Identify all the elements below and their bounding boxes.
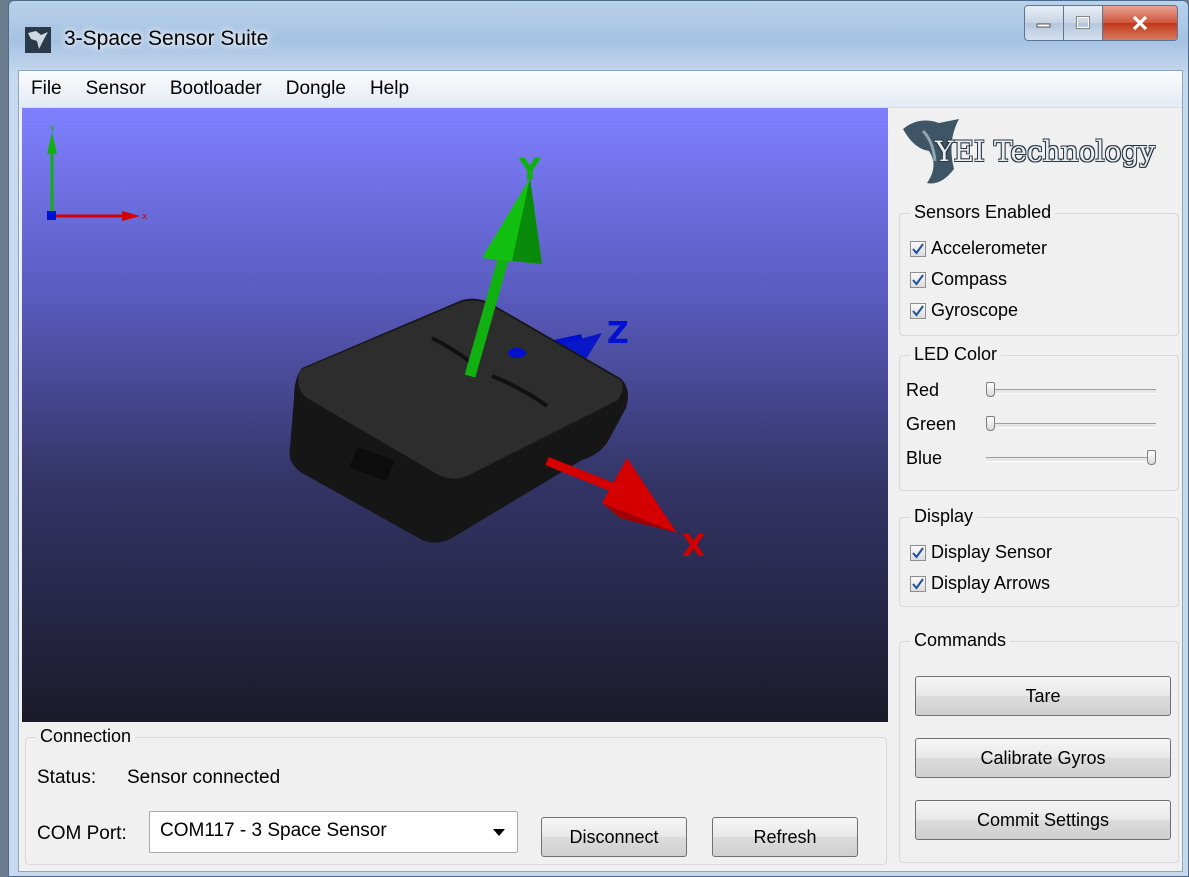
client-area: File Sensor Bootloader Dongle Help y x Z… [18, 70, 1183, 872]
gyroscope-checkbox[interactable] [910, 302, 926, 319]
connection-title: Connection [36, 726, 136, 747]
green-slider-thumb[interactable] [986, 416, 995, 431]
mini-axis-indicator: y x [47, 123, 148, 222]
gyroscope-label: Gyroscope [931, 300, 1019, 320]
green-label: Green [906, 414, 957, 434]
sensors-enabled-title: Sensors Enabled [910, 202, 1056, 223]
dropdown-arrow-icon [493, 829, 505, 836]
menu-dongle[interactable]: Dongle [274, 78, 358, 100]
logo-text: YEI Technology [935, 135, 1156, 168]
compass-checkbox-row[interactable]: Compass [910, 269, 1007, 290]
close-button[interactable] [1103, 5, 1178, 41]
display-group: Display Display Sensor Display Arrows [899, 506, 1179, 607]
display-arrows-label: Display Arrows [931, 573, 1051, 593]
blue-slider-track[interactable] [986, 457, 1156, 462]
disconnect-button[interactable]: Disconnect [541, 817, 687, 857]
accelerometer-checkbox-row[interactable]: Accelerometer [910, 238, 1047, 259]
compass-label: Compass [931, 269, 1008, 289]
status-label: Status: [37, 767, 97, 788]
status-value: Sensor connected [127, 767, 281, 788]
commit-settings-button[interactable]: Commit Settings [915, 800, 1171, 840]
menu-bar: File Sensor Bootloader Dongle Help [19, 71, 1182, 108]
display-sensor-checkbox-row[interactable]: Display Sensor [910, 542, 1052, 563]
checkmark-icon [912, 242, 924, 255]
red-slider-row: Red [900, 378, 1178, 404]
blue-label: Blue [906, 448, 943, 468]
menu-sensor[interactable]: Sensor [74, 78, 158, 100]
maximize-icon [1076, 16, 1090, 29]
checkmark-icon [912, 273, 924, 286]
compass-checkbox[interactable] [910, 271, 926, 288]
close-icon [1132, 15, 1148, 31]
checkmark-icon [912, 546, 924, 559]
checkmark-icon [912, 304, 924, 317]
accelerometer-label: Accelerometer [931, 238, 1048, 258]
window-title: 3-Space Sensor Suite [64, 27, 269, 50]
led-color-group: LED Color Red Green Blue [899, 344, 1179, 491]
mini-axis-y-label: y [50, 123, 56, 133]
display-sensor-checkbox[interactable] [910, 544, 926, 561]
display-arrows-checkbox-row[interactable]: Display Arrows [910, 573, 1050, 594]
y-axis-label: Y [518, 153, 542, 188]
green-slider-track[interactable] [986, 423, 1156, 428]
gyroscope-checkbox-row[interactable]: Gyroscope [910, 300, 1018, 321]
led-color-title: LED Color [910, 344, 1002, 365]
menu-file[interactable]: File [19, 78, 74, 100]
blue-slider-row: Blue [900, 446, 1178, 472]
calibrate-gyros-button[interactable]: Calibrate Gyros [915, 738, 1171, 778]
com-port-label: COM Port: [37, 823, 127, 844]
menu-help[interactable]: Help [358, 78, 421, 100]
green-slider-row: Green [900, 412, 1178, 438]
title-bar[interactable]: 3-Space Sensor Suite [9, 1, 1188, 71]
blue-slider-thumb[interactable] [1147, 450, 1156, 465]
display-arrows-checkbox[interactable] [910, 575, 926, 592]
minimize-icon [1036, 23, 1051, 28]
app-window: 3-Space Sensor Suite File Sensor Bootloa… [8, 0, 1189, 877]
refresh-button[interactable]: Refresh [712, 817, 858, 857]
mini-axis-x-label: x [142, 212, 148, 222]
3d-viewport[interactable]: y x Z Y X [22, 108, 888, 722]
red-label: Red [906, 380, 940, 400]
com-port-value: COM117 - 3 Space Sensor [160, 820, 387, 841]
maximize-button[interactable] [1064, 5, 1103, 41]
menu-bootloader[interactable]: Bootloader [158, 78, 274, 100]
red-slider-thumb[interactable] [986, 382, 995, 397]
com-port-select[interactable]: COM117 - 3 Space Sensor [149, 811, 518, 853]
accelerometer-checkbox[interactable] [910, 240, 926, 257]
display-sensor-label: Display Sensor [931, 542, 1053, 562]
logo: YEI Technology [899, 111, 1182, 196]
minimize-button[interactable] [1024, 5, 1064, 41]
sensors-enabled-group: Sensors Enabled Accelerometer Compass Gy… [899, 202, 1179, 336]
commands-group: Commands Tare Calibrate Gyros Commit Set… [899, 630, 1179, 863]
z-axis-label: Z [607, 316, 629, 351]
tare-button[interactable]: Tare [915, 676, 1171, 716]
x-axis-arrow: X [545, 456, 705, 564]
commands-title: Commands [910, 630, 1011, 651]
display-title: Display [910, 506, 978, 527]
red-slider-track[interactable] [986, 389, 1156, 394]
x-axis-label: X [682, 529, 705, 564]
app-icon [25, 27, 51, 53]
checkmark-icon [912, 577, 924, 590]
